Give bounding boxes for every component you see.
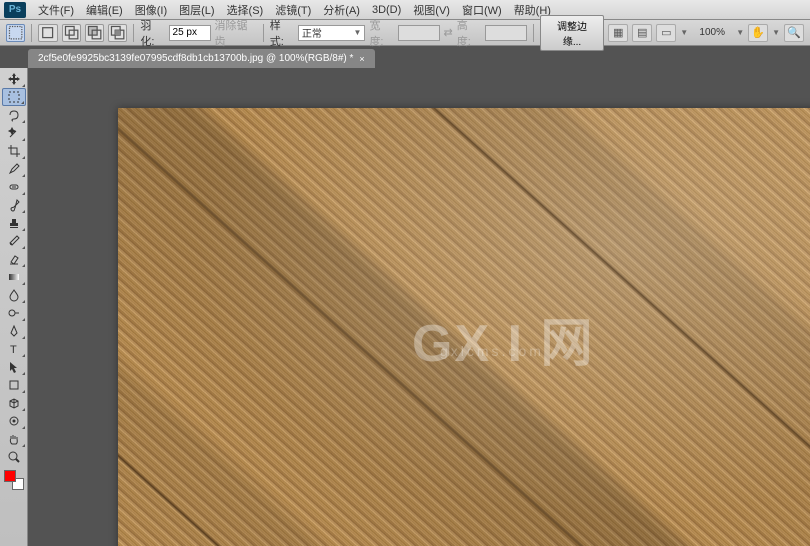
main-area: T GX I 网 gxlcms.com (0, 68, 810, 546)
height-label: 高度: (457, 17, 481, 49)
magic-wand-tool[interactable] (2, 124, 26, 142)
new-selection-icon[interactable] (38, 24, 57, 42)
close-tab-icon[interactable]: × (359, 54, 364, 64)
document-canvas[interactable]: GX I 网 gxlcms.com (118, 108, 810, 546)
screen-mode-icon[interactable]: ▭ (656, 24, 676, 42)
document-tab[interactable]: 2cf5e0fe9925bc3139fe07995cdf8db1cb13700b… (28, 49, 375, 68)
zoom-level[interactable]: 100% (692, 27, 732, 38)
blur-tool[interactable] (2, 286, 26, 304)
menu-3d[interactable]: 3D(D) (366, 2, 407, 18)
zoom-icon[interactable]: 🔍 (784, 24, 804, 42)
layout-icon[interactable]: ▤ (632, 24, 652, 42)
menu-analysis[interactable]: 分析(A) (317, 0, 366, 20)
subtract-selection-icon[interactable] (85, 24, 104, 42)
eyedropper-tool[interactable] (2, 160, 26, 178)
eraser-tool[interactable] (2, 250, 26, 268)
app-logo: Ps (4, 2, 26, 18)
dodge-tool[interactable] (2, 304, 26, 322)
feather-input[interactable] (169, 25, 211, 41)
tool-preset-icon[interactable] (6, 24, 25, 42)
chevron-down-icon: ▼ (354, 28, 362, 37)
style-value: 正常 (302, 25, 322, 40)
style-label: 样式: (270, 17, 294, 49)
options-bar: 羽化: 消除锯齿 样式: 正常 ▼ 宽度: ⇄ 高度: 调整边缘... ▦ ▤ … (0, 20, 810, 46)
feather-label: 羽化: (140, 17, 164, 49)
toolbox: T (0, 68, 28, 546)
marquee-tool[interactable] (2, 88, 26, 106)
color-swatches[interactable] (4, 470, 24, 490)
intersect-selection-icon[interactable] (108, 24, 127, 42)
menu-view[interactable]: 视图(V) (407, 0, 456, 20)
watermark-sub: gxlcms.com (440, 343, 544, 359)
zoom-controls: ▦ ▤ ▭ ▼ 100% ▼ ✋ ▼ 🔍 (608, 24, 804, 42)
zoom-tool[interactable] (2, 448, 26, 466)
svg-text:T: T (10, 344, 17, 356)
3d-tool[interactable] (2, 394, 26, 412)
type-tool[interactable]: T (2, 340, 26, 358)
separator (533, 24, 534, 42)
dropdown-icon[interactable]: ▼ (772, 28, 780, 37)
gradient-tool[interactable] (2, 268, 26, 286)
menu-bar: Ps 文件(F) 编辑(E) 图像(I) 图层(L) 选择(S) 滤镜(T) 分… (0, 0, 810, 20)
menu-edit[interactable]: 编辑(E) (80, 0, 129, 20)
canvas-area[interactable]: GX I 网 gxlcms.com (28, 68, 810, 546)
watermark: GX I 网 gxlcms.com (412, 301, 594, 376)
history-brush-tool[interactable] (2, 232, 26, 250)
hand-tool[interactable] (2, 430, 26, 448)
crop-tool[interactable] (2, 142, 26, 160)
separator (133, 24, 134, 42)
antialias-label: 消除锯齿 (215, 17, 257, 49)
tab-title: 2cf5e0fe9925bc3139fe07995cdf8db1cb13700b… (38, 53, 353, 64)
separator (263, 24, 264, 42)
height-input (485, 25, 527, 41)
dropdown-icon[interactable]: ▼ (680, 28, 688, 37)
style-select[interactable]: 正常 ▼ (298, 25, 366, 41)
refine-edge-button[interactable]: 调整边缘... (540, 15, 604, 51)
stamp-tool[interactable] (2, 214, 26, 232)
brush-tool[interactable] (2, 196, 26, 214)
pen-tool[interactable] (2, 322, 26, 340)
separator (31, 24, 32, 42)
swap-icon: ⇄ (444, 26, 453, 39)
width-input (398, 25, 440, 41)
add-selection-icon[interactable] (62, 24, 81, 42)
path-selection-tool[interactable] (2, 358, 26, 376)
dropdown-icon[interactable]: ▼ (736, 28, 744, 37)
width-label: 宽度: (369, 17, 393, 49)
menu-file[interactable]: 文件(F) (32, 0, 80, 20)
move-tool[interactable] (2, 70, 26, 88)
3d-camera-tool[interactable] (2, 412, 26, 430)
healing-tool[interactable] (2, 178, 26, 196)
menu-layer[interactable]: 图层(L) (173, 0, 220, 20)
workspace-icon[interactable]: ▦ (608, 24, 628, 42)
foreground-color-swatch[interactable] (4, 470, 16, 482)
hand-icon[interactable]: ✋ (748, 24, 768, 42)
lasso-tool[interactable] (2, 106, 26, 124)
shape-tool[interactable] (2, 376, 26, 394)
document-tabbar: 2cf5e0fe9925bc3139fe07995cdf8db1cb13700b… (0, 46, 810, 68)
